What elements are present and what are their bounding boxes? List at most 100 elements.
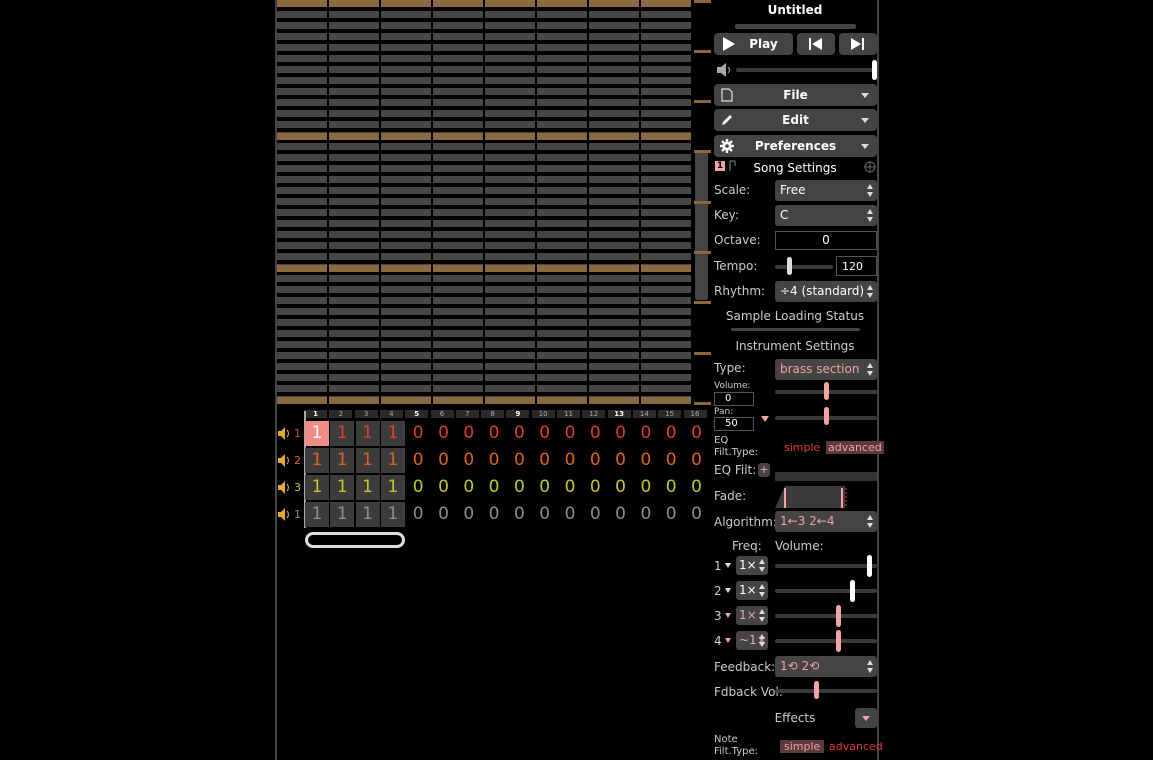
file-menu[interactable]: File — [714, 84, 877, 106]
roll-cell[interactable] — [641, 66, 691, 73]
roll-cell[interactable] — [485, 286, 535, 293]
roll-column[interactable] — [485, 0, 535, 405]
roll-cell[interactable] — [589, 242, 639, 249]
roll-cell[interactable] — [537, 220, 587, 227]
roll-cell[interactable] — [589, 253, 639, 260]
bar-number[interactable]: 14 — [632, 410, 656, 418]
roll-cell[interactable] — [277, 231, 327, 238]
roll-cell[interactable] — [381, 176, 431, 183]
eq-advanced-tab[interactable]: advanced — [826, 441, 884, 454]
roll-cell[interactable] — [433, 44, 483, 51]
roll-cell[interactable] — [537, 286, 587, 293]
roll-octave-row[interactable] — [589, 133, 639, 140]
roll-cell[interactable] — [537, 11, 587, 18]
pattern-cell[interactable]: 0 — [583, 475, 607, 500]
pattern-cell[interactable]: 1 — [380, 421, 405, 446]
note-simple-tab[interactable]: simple — [780, 740, 825, 753]
roll-cell[interactable] — [433, 330, 483, 337]
bar-number[interactable]: 8 — [481, 410, 505, 418]
roll-cell[interactable] — [433, 319, 483, 326]
roll-cell[interactable] — [381, 209, 431, 216]
next-bar-button[interactable] — [839, 33, 877, 55]
roll-cell[interactable] — [537, 198, 587, 205]
roll-cell[interactable] — [381, 99, 431, 106]
pattern-cell[interactable]: 0 — [406, 448, 430, 473]
roll-cell[interactable] — [589, 363, 639, 370]
roll-cell[interactable] — [381, 352, 431, 359]
roll-octave-row[interactable] — [329, 265, 379, 272]
pattern-cell[interactable]: 1 — [355, 475, 380, 500]
pattern-cell[interactable]: 0 — [432, 502, 456, 527]
roll-cell[interactable] — [433, 385, 483, 392]
roll-cell[interactable] — [485, 275, 535, 282]
roll-cell[interactable] — [277, 176, 327, 183]
roll-cell[interactable] — [433, 253, 483, 260]
roll-cell[interactable] — [589, 165, 639, 172]
roll-octave-row[interactable] — [277, 133, 327, 140]
roll-cell[interactable] — [277, 319, 327, 326]
roll-cell[interactable] — [277, 143, 327, 150]
pattern-cell[interactable]: 0 — [507, 421, 531, 446]
pattern-cell[interactable]: 0 — [659, 448, 683, 473]
bar-number[interactable]: 11 — [557, 410, 580, 418]
roll-cell[interactable] — [485, 110, 535, 117]
pattern-cell[interactable]: 0 — [609, 448, 633, 473]
roll-cell[interactable] — [537, 55, 587, 62]
pattern-cell[interactable]: 0 — [583, 502, 607, 527]
roll-octave-row[interactable] — [485, 265, 535, 272]
pattern-cell[interactable]: 1 — [305, 502, 329, 527]
roll-cell[interactable] — [537, 374, 587, 381]
roll-cell[interactable] — [381, 88, 431, 95]
roll-cell[interactable] — [329, 88, 379, 95]
scrollbar-thumb[interactable] — [695, 150, 708, 300]
roll-cell[interactable] — [329, 253, 379, 260]
roll-column[interactable] — [277, 0, 327, 405]
eq-filter-display[interactable] — [775, 472, 877, 481]
octave-scrollbar[interactable] — [693, 0, 711, 405]
pattern-cell[interactable]: 0 — [482, 502, 506, 527]
roll-cell[interactable] — [277, 275, 327, 282]
channel-mute-toggle[interactable]: 1 — [278, 508, 306, 522]
bar-number[interactable]: 2 — [329, 410, 353, 418]
pattern-cell[interactable]: 0 — [685, 502, 709, 527]
operator-volume-knob[interactable] — [836, 605, 842, 627]
pattern-cell[interactable]: 0 — [609, 421, 633, 446]
roll-octave-row[interactable] — [277, 0, 327, 7]
tempo-knob[interactable] — [787, 257, 792, 275]
roll-cell[interactable] — [485, 198, 535, 205]
roll-cell[interactable] — [641, 242, 691, 249]
roll-octave-row[interactable] — [537, 0, 587, 7]
roll-cell[interactable] — [485, 319, 535, 326]
roll-octave-row[interactable] — [381, 0, 431, 7]
roll-cell[interactable] — [381, 77, 431, 84]
roll-cell[interactable] — [641, 231, 691, 238]
bar-number[interactable]: 16 — [683, 410, 707, 418]
roll-cell[interactable] — [329, 297, 379, 304]
bar-number[interactable]: 15 — [658, 410, 682, 418]
roll-cell[interactable] — [537, 88, 587, 95]
pattern-cell[interactable]: 0 — [507, 448, 531, 473]
roll-cell[interactable] — [277, 77, 327, 84]
roll-cell[interactable] — [277, 363, 327, 370]
roll-cell[interactable] — [589, 44, 639, 51]
roll-cell[interactable] — [433, 33, 483, 40]
roll-column[interactable] — [433, 0, 483, 405]
pattern-cell[interactable]: 0 — [507, 502, 531, 527]
roll-cell[interactable] — [381, 220, 431, 227]
pattern-cell[interactable]: 0 — [533, 448, 557, 473]
bar-number[interactable]: 1 — [304, 410, 327, 418]
feedback-volume-knob[interactable] — [814, 681, 819, 699]
roll-cell[interactable] — [589, 88, 639, 95]
roll-cell[interactable] — [329, 308, 379, 315]
roll-cell[interactable] — [381, 66, 431, 73]
roll-cell[interactable] — [485, 99, 535, 106]
master-volume-knob[interactable] — [872, 60, 877, 80]
pattern-cell[interactable]: 0 — [685, 421, 709, 446]
add-eq-filter-button[interactable]: + — [758, 463, 770, 477]
roll-octave-row[interactable] — [329, 0, 379, 7]
roll-cell[interactable] — [329, 33, 379, 40]
roll-cell[interactable] — [277, 22, 327, 29]
roll-octave-row[interactable] — [329, 397, 379, 404]
roll-cell[interactable] — [537, 121, 587, 128]
bar-number[interactable]: 3 — [354, 410, 378, 418]
